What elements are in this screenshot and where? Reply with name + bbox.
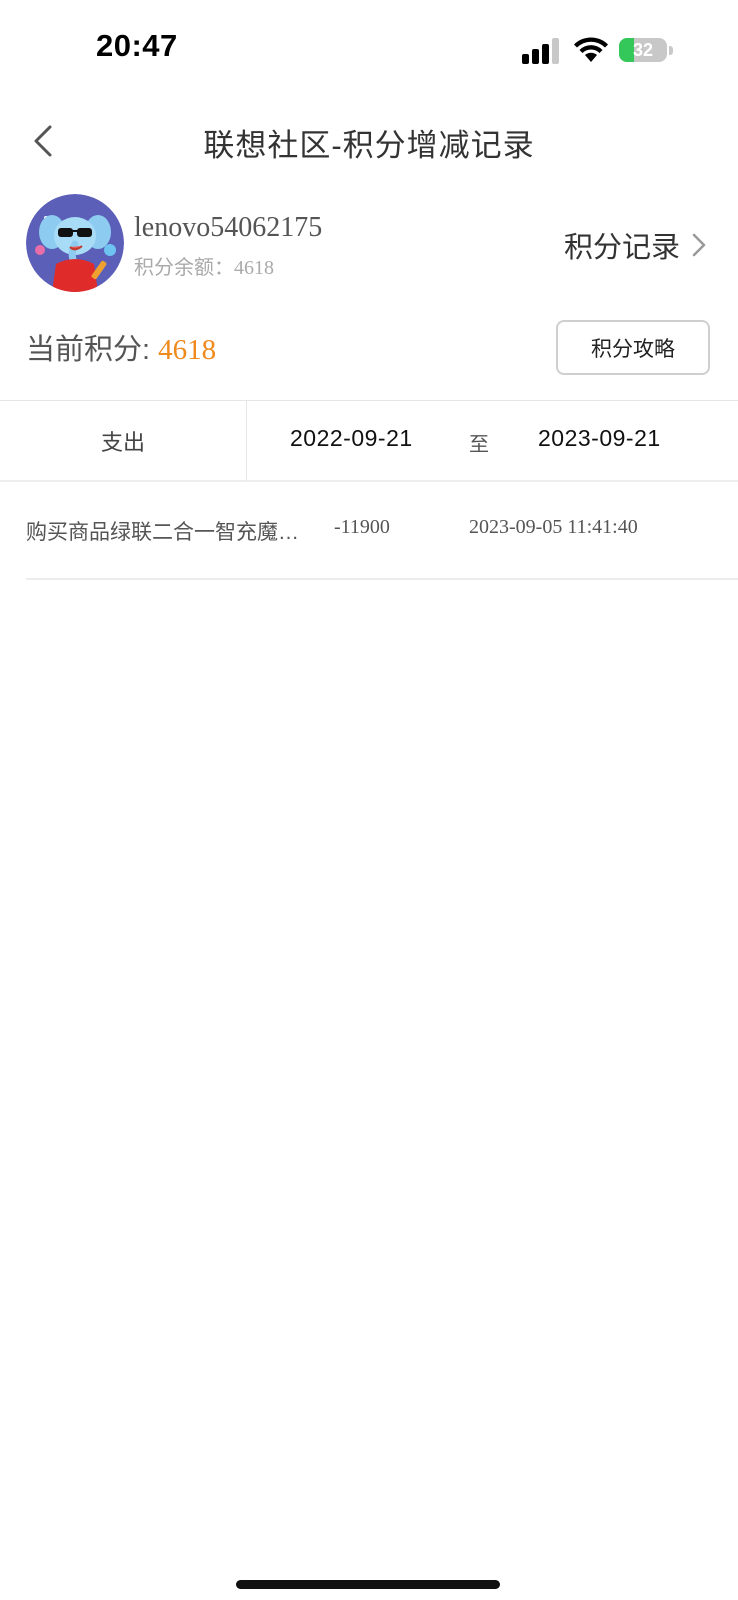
cellular-signal-icon <box>522 38 559 64</box>
current-points-label: 当前积分: <box>26 334 159 366</box>
points-record-label: 积分记录 <box>563 232 680 264</box>
points-record-link[interactable]: 积分记录 <box>564 224 708 266</box>
filter-type-selector[interactable]: 支出 <box>0 401 247 481</box>
balance-value: 4618 <box>234 257 274 279</box>
balance-label: 积分余额： <box>134 257 234 279</box>
record-time: 2023-09-05 11:41:40 <box>469 516 638 538</box>
record-description: 购买商品绿联二合一智充魔… <box>26 521 299 544</box>
record-row[interactable]: 购买商品绿联二合一智充魔… -11900 2023-09-05 11:41:40 <box>26 482 738 580</box>
balance-line: 积分余额：4618 <box>134 251 274 280</box>
current-points-value: 4618 <box>158 334 217 366</box>
nav-bar: 联想社区-积分增减记录 <box>0 100 738 182</box>
wifi-icon <box>574 37 608 62</box>
date-range-separator: 至 <box>469 434 489 456</box>
current-points: 当前积分: 4618 <box>26 326 216 368</box>
home-indicator[interactable] <box>236 1580 500 1589</box>
elephant-mascot-avatar-icon <box>26 194 124 292</box>
date-start-picker[interactable]: 2022-09-21 <box>290 425 413 452</box>
battery-charging-icon: 32 <box>619 36 675 64</box>
battery-level: 32 <box>632 40 654 60</box>
chevron-right-icon <box>692 233 706 257</box>
status-bar: 20:47 32 <box>0 0 738 100</box>
date-end-picker[interactable]: 2023-09-21 <box>538 425 661 452</box>
record-list: 购买商品绿联二合一智充魔… -11900 2023-09-05 11:41:40 <box>26 482 738 580</box>
record-amount: -11900 <box>334 516 390 538</box>
avatar[interactable] <box>26 194 124 292</box>
username: lenovo54062175 <box>134 212 323 243</box>
filter-bar: 支出 2022-09-21 至 2023-09-21 <box>0 400 738 482</box>
status-time: 20:47 <box>96 28 178 63</box>
points-strategy-button[interactable]: 积分攻略 <box>556 320 710 375</box>
page-title: 联想社区-积分增减记录 <box>203 128 535 163</box>
